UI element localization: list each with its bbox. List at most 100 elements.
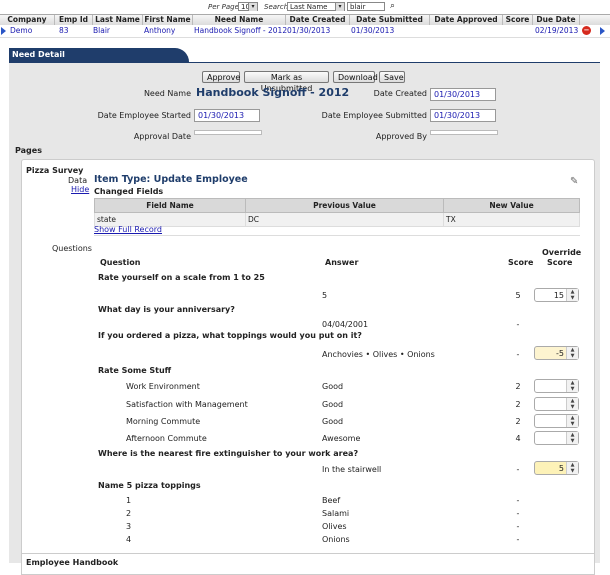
question-text: What day is your anniversary? (98, 305, 235, 314)
pencil-icon[interactable]: ✎ (570, 177, 580, 187)
table-row: state DC TX (94, 212, 580, 227)
score-value: 4 (515, 434, 521, 443)
approved-by-field (430, 130, 498, 135)
panel-title: Need Detail (9, 48, 189, 62)
score-value: - (516, 535, 520, 544)
chevron-down-icon[interactable]: ▼ (567, 438, 578, 444)
score-value: - (516, 465, 520, 474)
search-field-select[interactable]: Last Name ▾ (287, 2, 345, 11)
per-page-select[interactable]: 10 ▾ (238, 2, 258, 11)
col-date-approved[interactable]: Date Approved (430, 15, 503, 25)
answer-text: Good (322, 382, 344, 391)
answer-text: Salami (322, 509, 350, 518)
sub-question-label: Work Environment (126, 382, 200, 391)
override-score-stepper[interactable]: 15 ▲ ▼ (534, 288, 579, 302)
override-score-stepper[interactable]: ▲ ▼ (534, 414, 579, 428)
need-name-value: Handbook Signoff - 2012 (196, 86, 350, 99)
override-score-stepper[interactable]: -5 ▲ ▼ (534, 346, 579, 360)
changed-fields-table: Field Name Previous Value New Value stat… (94, 198, 580, 227)
score-value: - (516, 350, 520, 359)
date-created-label: Date Created (373, 89, 427, 98)
search-icon[interactable]: ⌕ (390, 1, 395, 11)
stepper-arrows[interactable]: ▲ ▼ (566, 347, 578, 359)
col-score-header: Score (508, 258, 534, 267)
answer-text: Good (322, 400, 344, 409)
col-last-name[interactable]: Last Name (93, 15, 143, 25)
stepper-arrows[interactable]: ▲ ▼ (566, 415, 578, 427)
override-value: 5 (558, 464, 564, 473)
sub-question-label: 3 (126, 522, 132, 531)
answer-text: Anchovies • Olives • Onions (322, 350, 435, 359)
cell-emp-id: 83 (59, 26, 69, 35)
hide-link[interactable]: Hide (71, 185, 89, 194)
stepper-arrows[interactable]: ▲ ▼ (566, 380, 578, 392)
chevron-down-icon[interactable]: ▼ (567, 421, 578, 427)
chevron-down-icon[interactable]: ▼ (567, 468, 578, 474)
show-full-record-link[interactable]: Show Full Record (94, 225, 162, 234)
need-name-label: Need Name (143, 89, 191, 98)
stepper-arrows[interactable]: ▲ ▼ (566, 398, 578, 410)
question-text: If you ordered a pizza, what toppings wo… (98, 331, 362, 340)
questions-label: Questions (52, 244, 92, 253)
col-due-date[interactable]: Due Date (533, 15, 580, 25)
date-submitted-field[interactable]: 01/30/2013 (430, 109, 496, 122)
row-expand-arrow-icon[interactable] (600, 27, 605, 35)
date-submitted-label: Date Employee Submitted (321, 111, 427, 120)
approval-date-label: Approval Date (133, 132, 191, 141)
approve-button[interactable]: Approve (202, 71, 240, 83)
date-started-value: 01/30/2013 (198, 111, 245, 120)
date-created-value: 01/30/2013 (434, 90, 481, 99)
answer-text: Awesome (322, 434, 361, 443)
override-score-stepper[interactable]: ▲ ▼ (534, 379, 579, 393)
chevron-down-icon[interactable]: ▼ (567, 295, 578, 301)
col-date-submitted[interactable]: Date Submitted (350, 15, 430, 25)
answer-text: Good (322, 417, 344, 426)
date-created-field[interactable]: 01/30/2013 (430, 88, 496, 101)
stepper-arrows[interactable]: ▲ ▼ (566, 462, 578, 474)
download-button[interactable]: Download (333, 71, 378, 83)
chevron-down-icon[interactable]: ▼ (567, 386, 578, 392)
cell-need-name: Handbook Signoff - 2012 (194, 26, 288, 35)
col-company[interactable]: Company (0, 15, 55, 25)
stepper-arrows[interactable]: ▲ ▼ (566, 432, 578, 444)
item-type-heading: Item Type: Update Employee (94, 174, 248, 185)
date-started-field[interactable]: 01/30/2013 (194, 109, 260, 122)
pages-label: Pages (15, 146, 42, 155)
table-row[interactable]: Demo 83 Blair Anthony Handbook Signoff -… (0, 25, 610, 38)
chevron-down-icon: ▾ (335, 3, 344, 11)
page-title: Employee Handbook (26, 558, 119, 567)
question-text: Name 5 pizza toppings (98, 481, 201, 490)
save-button[interactable]: Save (379, 71, 405, 83)
override-score-stepper[interactable]: ▲ ▼ (534, 397, 579, 411)
answer-text: Beef (322, 496, 341, 505)
question-text: Rate yourself on a scale from 1 to 25 (98, 273, 265, 282)
answer-text: 5 (322, 291, 328, 300)
col-emp-id[interactable]: Emp Id (55, 15, 93, 25)
override-score-stepper[interactable]: ▲ ▼ (534, 431, 579, 445)
chevron-down-icon[interactable]: ▼ (567, 404, 578, 410)
question-text: Where is the nearest fire extinguisher t… (98, 449, 359, 458)
col-answer-header: Answer (325, 258, 359, 267)
page-card-pizza-survey: Pizza Survey Data Hide Item Type: Update… (21, 159, 595, 565)
cell-company: Demo (10, 26, 33, 35)
row-selected-arrow-icon (1, 27, 6, 35)
cell-first-name: Anthony (144, 26, 176, 35)
col-date-created[interactable]: Date Created (286, 15, 350, 25)
chevron-down-icon[interactable]: ▼ (567, 353, 578, 359)
col-first-name[interactable]: First Name (143, 15, 193, 25)
answer-text: 04/04/2001 (322, 320, 369, 329)
changed-fields-label: Changed Fields (94, 187, 164, 196)
override-value: 15 (553, 291, 564, 300)
delete-icon[interactable]: − (582, 26, 591, 35)
sub-question-label: 4 (126, 535, 132, 544)
col-score[interactable]: Score (503, 15, 533, 25)
score-value: 2 (515, 400, 521, 409)
col-need-name[interactable]: Need Name (193, 15, 286, 25)
col-override-header: Override (542, 248, 582, 257)
search-input[interactable]: blair (347, 2, 385, 11)
mark-unsubmitted-button[interactable]: Mark as Unsubmitted (244, 71, 329, 93)
override-value: -5 (556, 349, 564, 358)
cf-header-new: New Value (443, 198, 580, 213)
override-score-stepper[interactable]: 5 ▲ ▼ (534, 461, 579, 475)
stepper-arrows[interactable]: ▲ ▼ (566, 289, 578, 301)
